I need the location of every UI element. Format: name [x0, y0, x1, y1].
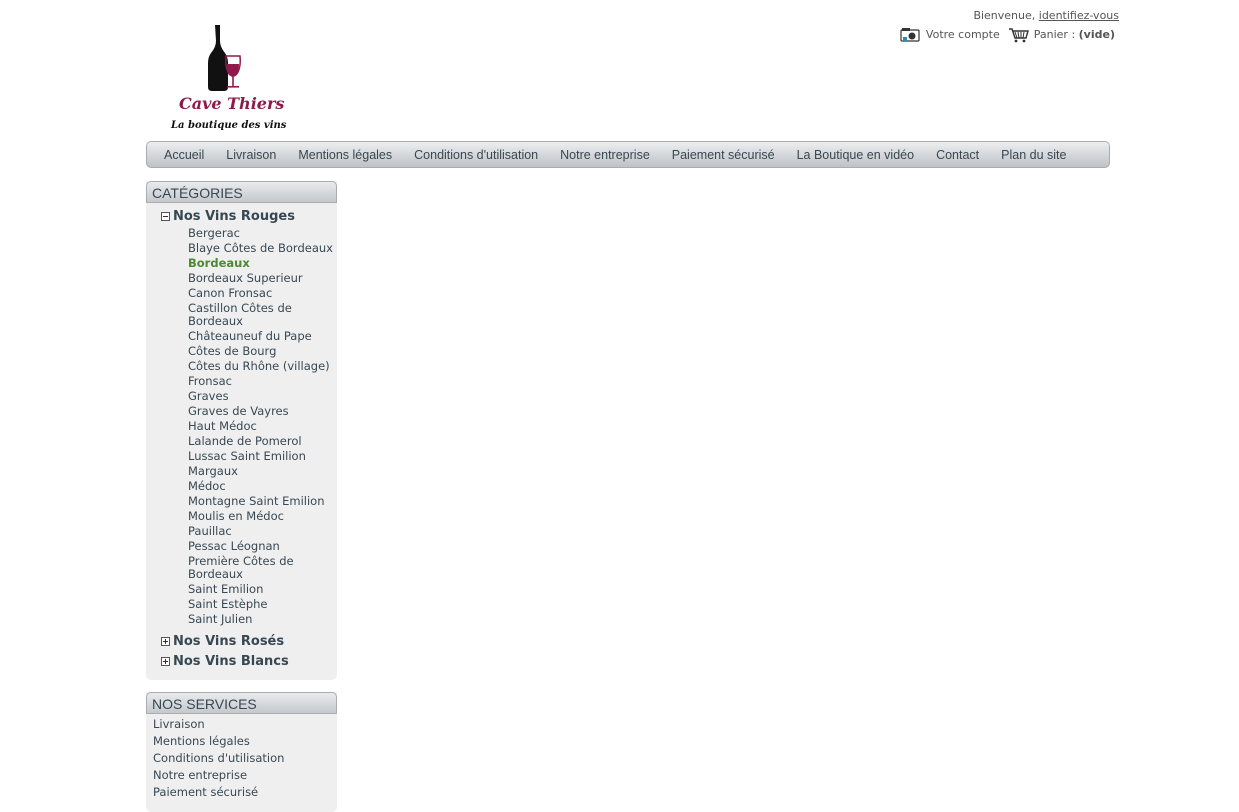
account-icon[interactable] [900, 27, 922, 43]
cart-label-text: Panier : [1033, 28, 1076, 41]
nav-item-mentions-legales[interactable]: Mentions légales [287, 148, 403, 162]
subcategory-item-active[interactable]: Bordeaux [188, 256, 336, 271]
subcategory-item[interactable]: Castillon Côtes de Bordeaux [188, 301, 336, 329]
category-label: Nos Vins Rouges [173, 208, 295, 224]
services-title: NOS SERVICES [146, 692, 337, 714]
subcategory-item[interactable]: Bergerac [188, 226, 336, 241]
service-link-conditions[interactable]: Conditions d'utilisation [153, 750, 337, 767]
nav-item-livraison[interactable]: Livraison [215, 148, 287, 162]
expand-icon[interactable] [161, 656, 170, 666]
collapse-icon[interactable] [161, 211, 170, 221]
wine-bottle-glass-icon [208, 25, 241, 91]
subcategory-item[interactable]: Médoc [188, 479, 336, 494]
category-vins-rouges[interactable]: Nos Vins Rouges [161, 206, 337, 226]
subcategory-item[interactable]: Saint Julien [188, 612, 336, 627]
nav-item-plan-du-site[interactable]: Plan du site [990, 148, 1077, 162]
subcategory-item[interactable]: Châteauneuf du Pape [188, 329, 336, 344]
subcategory-item[interactable]: Saint Emilion [188, 582, 336, 597]
subcategory-item[interactable]: Saint Estèphe [188, 597, 336, 612]
expand-icon[interactable] [161, 636, 170, 646]
category-label: Nos Vins Rosés [173, 633, 285, 649]
nav-item-conditions[interactable]: Conditions d'utilisation [403, 148, 549, 162]
categories-title: CATÉGORIES [146, 181, 337, 203]
services-list: Livraison Mentions légales Conditions d'… [146, 714, 337, 801]
nav-item-notre-entreprise[interactable]: Notre entreprise [549, 148, 661, 162]
service-link-paiement[interactable]: Paiement sécurisé [153, 784, 337, 801]
subcategory-item[interactable]: Bordeaux Superieur [188, 271, 336, 286]
subcategory-item[interactable]: Pessac Léognan [188, 539, 336, 554]
nav-item-contact[interactable]: Contact [925, 148, 990, 162]
nav-item-paiement[interactable]: Paiement sécurisé [661, 148, 786, 162]
nav-item-accueil[interactable]: Accueil [153, 148, 215, 162]
welcome-text: Bienvenue, [973, 9, 1036, 22]
subcategory-item[interactable]: Margaux [188, 464, 336, 479]
category-vins-blancs[interactable]: Nos Vins Blancs [161, 651, 337, 671]
rouges-subcategory-list: Bergerac Blaye Côtes de Bordeaux Bordeau… [146, 226, 337, 627]
subcategory-item[interactable]: Canon Fronsac [188, 286, 336, 301]
welcome-line: Bienvenue, identifiez-vous [900, 8, 1119, 24]
subcategory-item[interactable]: Haut Médoc [188, 419, 336, 434]
cart-icon[interactable] [1008, 27, 1030, 43]
subcategory-item[interactable]: Moulis en Médoc [188, 509, 336, 524]
logo-tagline: La boutique des vins [171, 120, 287, 131]
logo-title: Cave Thiers [179, 94, 285, 113]
site-logo[interactable]: Cave Thiers La boutique des vins [163, 20, 287, 138]
service-link-mentions[interactable]: Mentions légales [153, 733, 337, 750]
categories-block: CATÉGORIES Nos Vins Rouges Bergerac Blay… [146, 181, 337, 680]
category-vins-roses[interactable]: Nos Vins Rosés [161, 631, 337, 651]
subcategory-item[interactable]: Fronsac [188, 374, 336, 389]
user-header: Bienvenue, identifiez-vous Votre compte … [900, 8, 1119, 44]
subcategory-item[interactable]: Montagne Saint Emilion [188, 494, 336, 509]
subcategory-item[interactable]: Lussac Saint Emilion [188, 449, 336, 464]
subcategory-item[interactable]: Blaye Côtes de Bordeaux [188, 241, 336, 256]
service-link-livraison[interactable]: Livraison [153, 716, 337, 733]
subcategory-item[interactable]: Côtes de Bourg [188, 344, 336, 359]
account-link[interactable]: Votre compte [926, 26, 1000, 44]
service-link-entreprise[interactable]: Notre entreprise [153, 767, 337, 784]
subcategory-item[interactable]: Première Côtes de Bordeaux [188, 554, 336, 582]
login-link[interactable]: identifiez-vous [1039, 9, 1119, 22]
services-block: NOS SERVICES Livraison Mentions légales … [146, 692, 337, 812]
subcategory-item[interactable]: Graves [188, 389, 336, 404]
cart-status: (vide) [1078, 28, 1115, 41]
account-line: Votre compte Panier : (vide) [900, 26, 1119, 44]
subcategory-item[interactable]: Pauillac [188, 524, 336, 539]
nav-item-boutique-video[interactable]: La Boutique en vidéo [786, 148, 925, 162]
subcategory-item[interactable]: Graves de Vayres [188, 404, 336, 419]
subcategory-item[interactable]: Côtes du Rhône (village) [188, 359, 336, 374]
main-nav: Accueil Livraison Mentions légales Condi… [146, 141, 1110, 168]
subcategory-item[interactable]: Lalande de Pomerol [188, 434, 336, 449]
category-label: Nos Vins Blancs [173, 653, 289, 669]
cart-label[interactable]: Panier : (vide) [1034, 26, 1115, 44]
